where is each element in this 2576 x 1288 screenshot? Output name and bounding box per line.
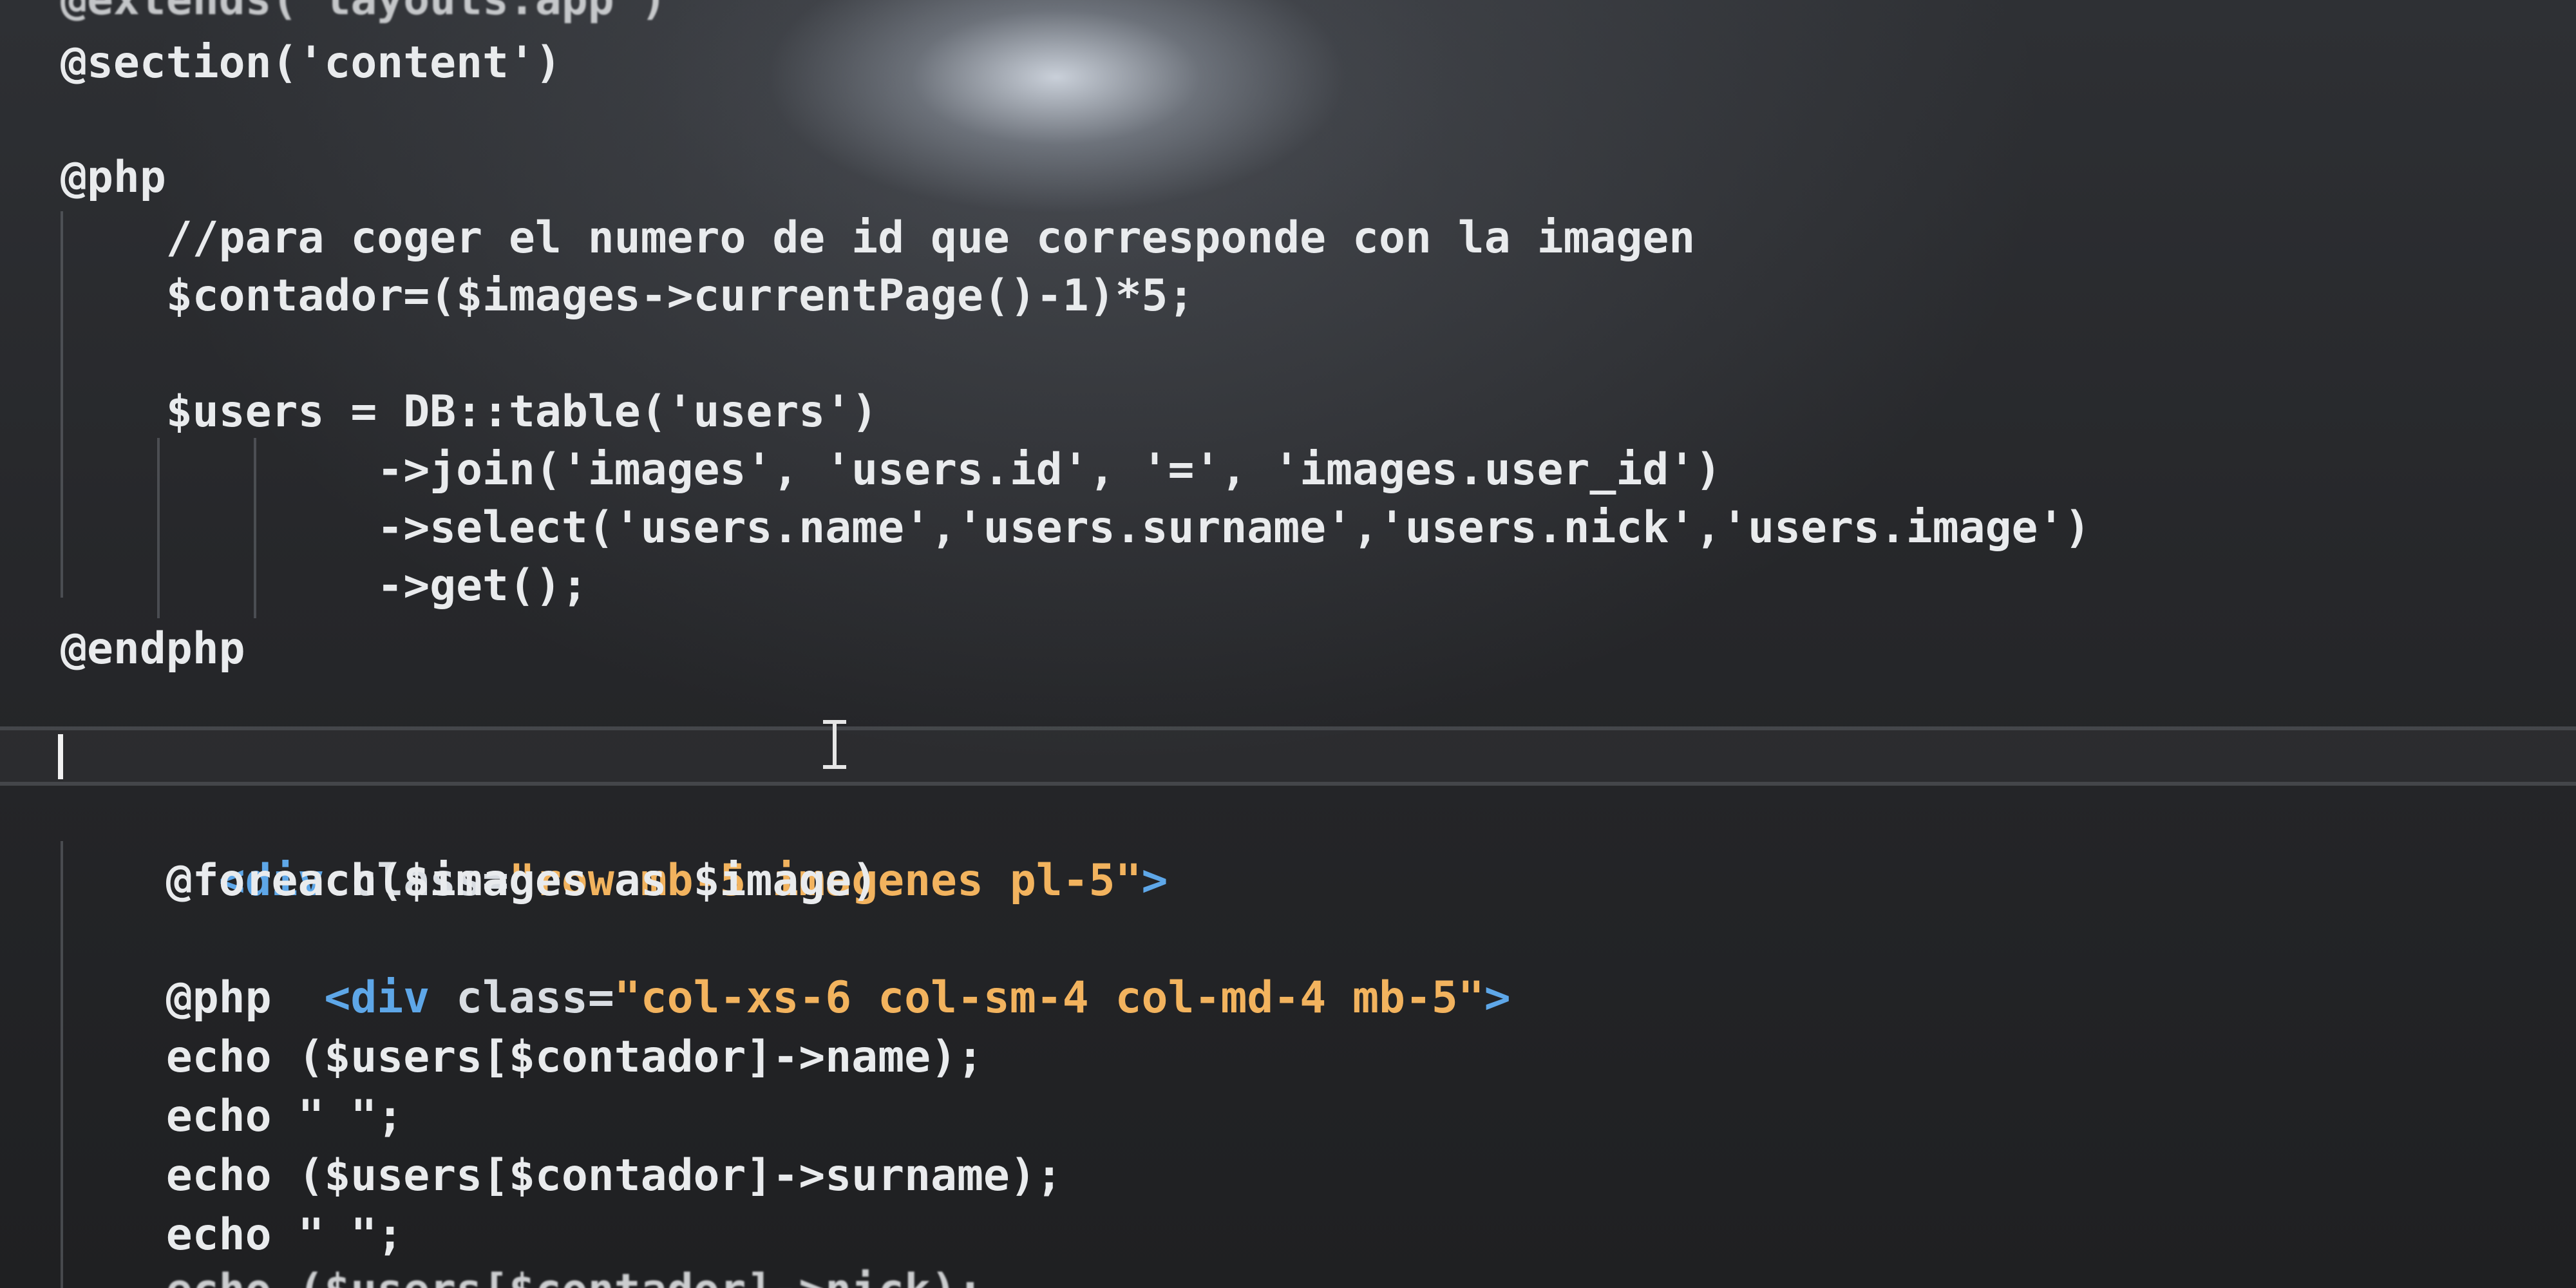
code-line-html: <div class="row mb-5 imagenes pl-5"> — [61, 792, 1168, 906]
code-line: @php — [61, 152, 166, 203]
code-line: @endphp — [61, 623, 245, 674]
code-line: echo ($users[$contador]->name); — [61, 1032, 983, 1083]
text-caret — [58, 734, 63, 779]
code-line: echo " "; — [61, 1091, 404, 1142]
code-line: @section('content') — [61, 37, 562, 88]
code-line: echo ($users[$contador]->nick); — [61, 1261, 983, 1288]
code-line: ->get(); — [61, 560, 588, 611]
code-line: $contador=($images->currentPage()-1)*5; — [61, 270, 1195, 321]
code-line: @foreach($images as $image) — [61, 855, 878, 906]
current-line-highlight — [0, 726, 2576, 786]
code-line-html: <div class="col-xs-6 col-sm-4 col-md-4 m… — [61, 909, 1510, 1023]
code-line: echo " "; — [61, 1209, 404, 1260]
code-line: @php — [61, 972, 272, 1023]
tag-bracket: > — [1484, 972, 1511, 1023]
code-line: $users = DB::table('users') — [61, 386, 878, 437]
code-comment: //para coger el numero de id que corresp… — [61, 213, 1696, 263]
code-line: ->select('users.name','users.surname','u… — [61, 502, 2091, 553]
code-line: @extends('layouts.app') — [61, 0, 667, 30]
code-line: ->join('images', 'users.id', '=', 'image… — [61, 444, 1722, 495]
text-cursor-icon — [823, 720, 846, 769]
attribute-name: class= — [430, 972, 614, 1023]
photographed-monitor: @extends('layouts.app') @section('conten… — [0, 0, 2576, 1288]
tag-bracket: < — [324, 972, 351, 1023]
tag-bracket: > — [1141, 855, 1168, 906]
attribute-value: "col-xs-6 col-sm-4 col-md-4 mb-5" — [614, 972, 1484, 1023]
tag-name: div — [350, 972, 430, 1023]
code-editor[interactable]: @extends('layouts.app') @section('conten… — [0, 0, 2576, 1288]
code-line: echo ($users[$contador]->surname); — [61, 1150, 1063, 1201]
